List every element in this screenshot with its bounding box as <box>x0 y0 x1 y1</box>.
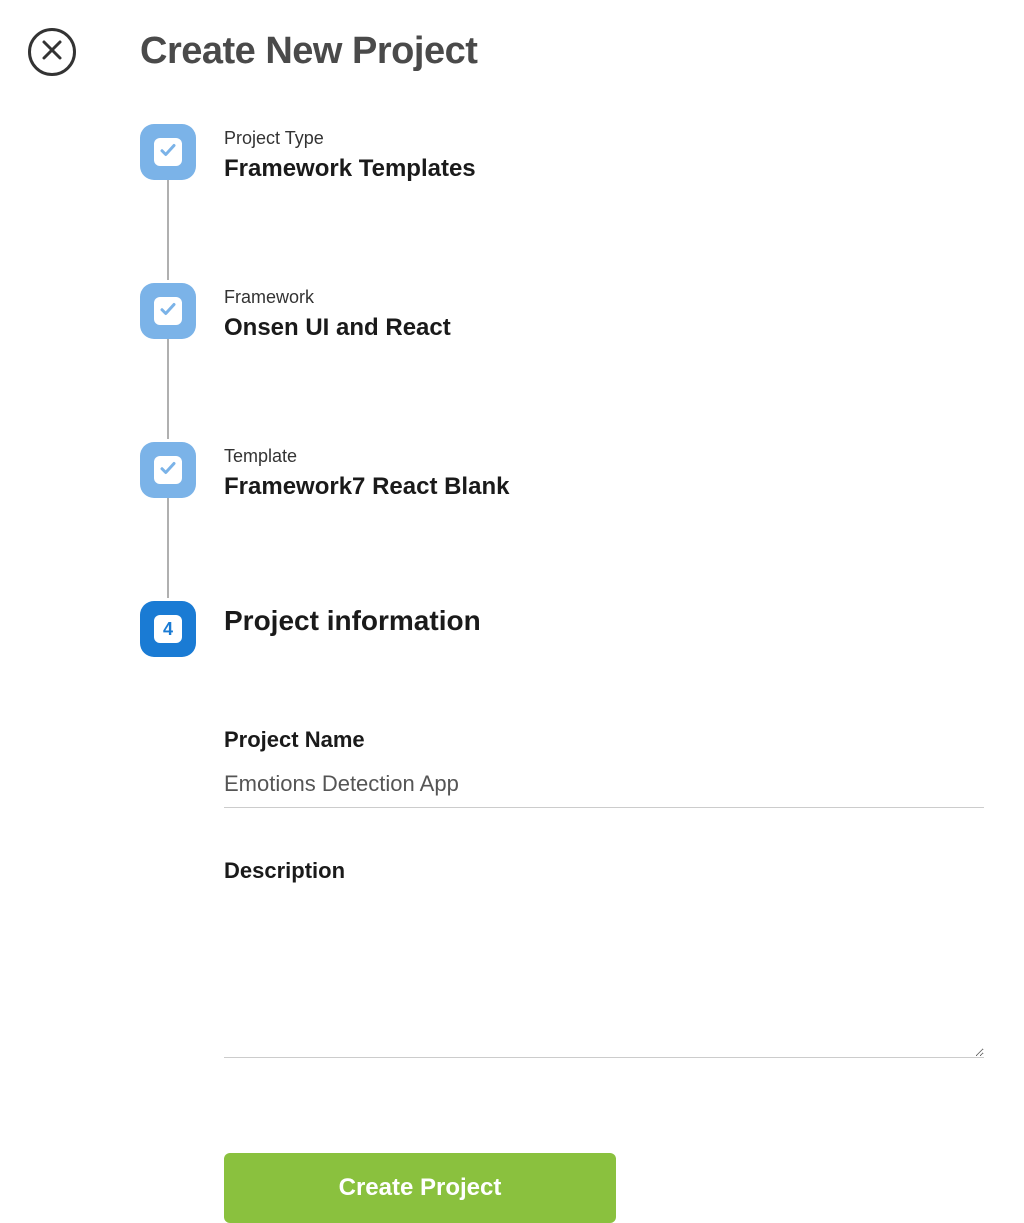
project-name-input[interactable] <box>224 767 984 808</box>
step-connector <box>167 498 169 598</box>
step-template[interactable]: Template Framework7 React Blank <box>140 442 984 501</box>
project-info-form: Project Name Description Create Project <box>224 727 984 1223</box>
checkmark-icon <box>159 300 177 323</box>
close-button[interactable] <box>28 28 76 76</box>
checkmark-icon <box>159 141 177 164</box>
step-badge-completed <box>140 283 196 339</box>
step-label: Framework <box>224 287 451 308</box>
step-label: Template <box>224 446 509 467</box>
step-label: Project Type <box>224 128 476 149</box>
close-icon <box>40 38 64 67</box>
steps-wizard: Project Type Framework Templates Framewo… <box>140 124 984 1223</box>
step-value: Onsen UI and React <box>224 314 451 342</box>
step-project-information: 4 Project information <box>140 601 984 657</box>
step-badge-active: 4 <box>140 601 196 657</box>
step-connector <box>167 339 169 439</box>
step-badge-completed <box>140 124 196 180</box>
step-framework[interactable]: Framework Onsen UI and React <box>140 283 984 342</box>
checkmark-icon <box>159 459 177 482</box>
page-title: Create New Project <box>140 30 477 73</box>
description-textarea[interactable] <box>224 898 984 1058</box>
step-badge-completed <box>140 442 196 498</box>
step-number: 4 <box>163 619 173 640</box>
step-title: Project information <box>224 605 481 637</box>
step-value: Framework7 React Blank <box>224 473 509 501</box>
create-project-button[interactable]: Create Project <box>224 1153 616 1223</box>
step-project-type[interactable]: Project Type Framework Templates <box>140 124 984 183</box>
step-value: Framework Templates <box>224 155 476 183</box>
project-name-label: Project Name <box>224 727 984 753</box>
description-label: Description <box>224 858 984 884</box>
step-connector <box>167 180 169 280</box>
